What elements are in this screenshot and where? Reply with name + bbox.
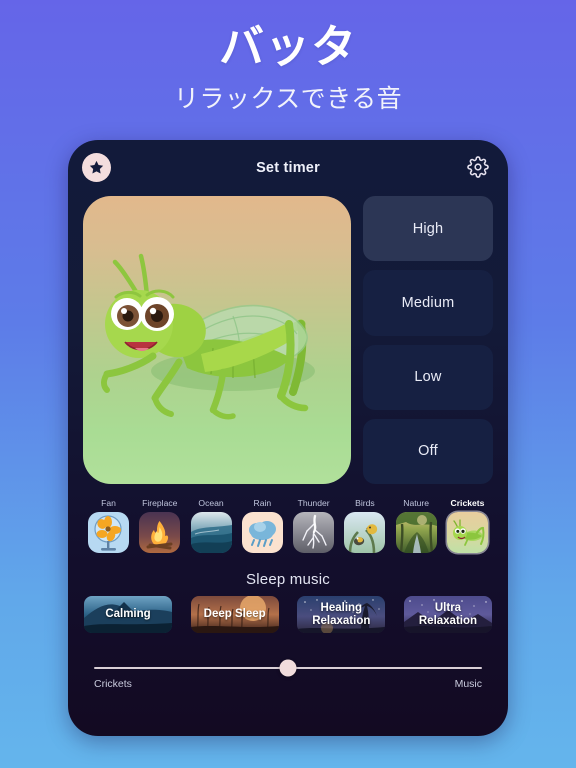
timer-option-low[interactable]: Low xyxy=(363,344,493,410)
slider-label-left: Crickets xyxy=(94,678,132,690)
card-body: High Medium Low Off xyxy=(68,196,508,484)
music-card-deep-sleep[interactable]: Deep Sleep xyxy=(190,596,279,633)
sound-item-birds[interactable]: Birds xyxy=(342,498,387,553)
timer-option-off[interactable]: Off xyxy=(363,418,493,484)
timer-option-medium[interactable]: Medium xyxy=(363,270,493,336)
birds-icon xyxy=(344,512,386,553)
fireplace-icon xyxy=(139,512,181,553)
sleep-music-title: Sleep music xyxy=(246,571,330,588)
slider-track[interactable] xyxy=(94,659,482,677)
card-header: Set timer xyxy=(68,140,508,196)
sound-item-rain[interactable]: Rain xyxy=(240,498,285,553)
star-badge-icon[interactable] xyxy=(82,153,111,182)
page-title: バッタ xyxy=(218,21,357,72)
app-card: Set timer High Medium Low Off Fan Firepl… xyxy=(68,140,508,736)
sound-item-nature[interactable]: Nature xyxy=(394,498,439,553)
music-label: Deep Sleep xyxy=(203,608,266,621)
sound-item-ocean[interactable]: Ocean xyxy=(189,498,234,553)
sound-label: Thunder xyxy=(297,498,330,508)
sound-label: Fan xyxy=(101,498,116,508)
sound-item-crickets[interactable]: Crickets xyxy=(445,498,490,553)
slider-labels: Crickets Music xyxy=(94,678,482,690)
sound-item-thunder[interactable]: Thunder xyxy=(291,498,336,553)
hero-section: バッタ リラックスできる音 xyxy=(0,0,576,115)
nature-icon xyxy=(395,512,437,553)
timer-option-high[interactable]: High xyxy=(363,196,493,262)
sound-label: Crickets xyxy=(450,498,485,508)
slider-thumb[interactable] xyxy=(279,659,297,677)
sound-item-fan[interactable]: Fan xyxy=(86,498,131,553)
sound-item-fireplace[interactable]: Fireplace xyxy=(137,498,182,553)
fan-icon xyxy=(88,512,129,553)
ocean-icon xyxy=(190,512,232,553)
music-label: Calming xyxy=(105,608,151,621)
sound-label: Nature xyxy=(403,498,430,508)
thunder-icon xyxy=(293,512,335,553)
card-title: Set timer xyxy=(256,160,320,176)
gear-icon[interactable] xyxy=(463,152,493,182)
timer-options: High Medium Low Off xyxy=(363,196,493,484)
rain-icon xyxy=(241,512,283,553)
music-card-healing-relaxation[interactable]: Healing Relaxation xyxy=(297,596,386,633)
music-card-calming[interactable]: Calming xyxy=(84,596,172,633)
slider-label-right: Music xyxy=(454,678,482,690)
music-label: Healing Relaxation xyxy=(312,602,371,627)
sound-label: Birds xyxy=(355,498,375,508)
music-label: Ultra Relaxation xyxy=(418,602,478,627)
page-subtitle: リラックスできる音 xyxy=(173,85,403,114)
sound-list: Fan Fireplace Ocean Rain Thunder Birds N… xyxy=(68,484,508,553)
cricket-icon xyxy=(446,512,488,553)
sleep-music-list: Calming Deep Sleep Healing Relaxation Ul… xyxy=(68,588,508,633)
sound-label: Fireplace xyxy=(142,498,178,508)
grasshopper-illustration xyxy=(83,196,351,484)
sound-label: Rain xyxy=(253,498,272,508)
music-card-ultra-relaxation[interactable]: Ultra Relaxation xyxy=(403,596,492,633)
mix-slider: Crickets Music xyxy=(68,633,508,690)
sound-label: Ocean xyxy=(198,498,224,508)
